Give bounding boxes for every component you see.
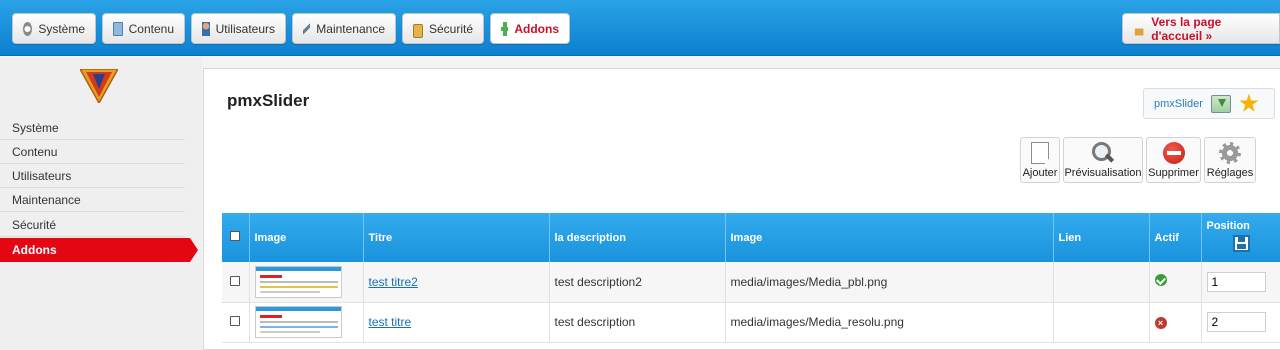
column-header-description[interactable]: la description <box>549 213 726 262</box>
nav-utilisateurs-button[interactable]: Utilisateurs <box>191 13 286 44</box>
description-cell: test description2 <box>549 262 726 303</box>
preview-label: Prévisualisation <box>1064 167 1142 179</box>
nav-label: Maintenance <box>316 21 385 36</box>
favorite-shortcut[interactable]: pmxSlider <box>1143 88 1275 119</box>
active-cell: × <box>1149 302 1202 343</box>
book-icon <box>113 21 123 36</box>
nav-label: Contenu <box>128 21 174 36</box>
save-order-icon[interactable] <box>1232 235 1250 252</box>
user-icon <box>202 21 210 36</box>
nav-label: Système <box>38 21 85 36</box>
favorite-label[interactable]: pmxSlider <box>1154 98 1203 110</box>
gear-icon <box>23 21 33 36</box>
star-icon[interactable] <box>1239 93 1259 112</box>
settings-label: Réglages <box>1206 167 1254 179</box>
nav-contenu-button[interactable]: Contenu <box>102 13 185 44</box>
title-cell: test titre <box>363 302 550 343</box>
table-header-row: Image Titre la description Image Lien Ac… <box>222 213 1280 262</box>
nav-label: Sécurité <box>428 21 473 36</box>
home-page-link[interactable]: Vers la page d'accueil » <box>1122 13 1280 44</box>
add-label: Ajouter <box>1022 167 1058 179</box>
table-row: test titre2 test description2 media/imag… <box>222 262 1280 303</box>
description-cell: test description <box>549 302 726 343</box>
delete-label: Supprimer <box>1148 167 1199 179</box>
row-select-cell <box>222 302 250 343</box>
select-all-checkbox[interactable] <box>230 231 241 241</box>
sidebar-item-contenu[interactable]: Contenu <box>0 140 185 164</box>
nav-systeme-button[interactable]: Système <box>12 13 96 44</box>
column-header-image: Image <box>249 213 364 262</box>
column-header-active[interactable]: Actif <box>1149 213 1202 262</box>
position-input[interactable] <box>1206 271 1266 292</box>
slide-thumbnail <box>254 265 342 298</box>
monitor-icon[interactable] <box>1210 94 1231 113</box>
preview-button[interactable]: Prévisualisation <box>1063 137 1143 183</box>
home-icon <box>1133 21 1146 36</box>
inactive-x-icon[interactable]: × <box>1154 317 1167 329</box>
title-cell: test titre2 <box>363 262 550 303</box>
logo-icon <box>80 69 118 103</box>
add-button[interactable]: Ajouter <box>1020 137 1060 183</box>
position-input[interactable] <box>1206 312 1266 332</box>
position-header-label[interactable]: Position <box>1207 220 1276 232</box>
delete-button[interactable]: Supprimer <box>1146 137 1201 183</box>
magnifier-icon <box>1092 142 1114 164</box>
puzzle-icon <box>501 21 509 36</box>
main-panel: pmxSlider pmxSlider Ajouter Prévisualisa… <box>203 68 1280 350</box>
thumbnail-cell <box>249 262 364 303</box>
slide-title-link[interactable]: test titre2 <box>369 275 418 289</box>
settings-button[interactable]: Réglages <box>1204 137 1256 183</box>
nav-securite-button[interactable]: Sécurité <box>402 13 484 44</box>
link-cell <box>1053 302 1150 343</box>
row-checkbox[interactable] <box>230 275 241 286</box>
row-checkbox[interactable] <box>230 316 241 326</box>
home-link-label: Vers la page d'accueil » <box>1151 14 1222 43</box>
link-cell <box>1053 262 1150 303</box>
row-select-cell <box>222 262 250 303</box>
active-cell <box>1149 262 1202 303</box>
top-navigation-bar: Système Contenu Utilisateurs Maintenance… <box>0 0 1280 56</box>
page-title: pmxSlider <box>227 91 310 110</box>
nav-label: Addons <box>514 21 559 36</box>
wrench-icon <box>303 21 311 36</box>
delete-icon <box>1162 142 1185 164</box>
position-cell <box>1201 302 1280 343</box>
sidebar-item-addons[interactable]: Addons <box>0 238 198 262</box>
slides-table: Image Titre la description Image Lien Ac… <box>222 213 1280 343</box>
slide-thumbnail <box>254 306 342 338</box>
position-cell <box>1201 262 1280 303</box>
column-header-link[interactable]: Lien <box>1053 213 1150 262</box>
nav-maintenance-button[interactable]: Maintenance <box>292 13 396 44</box>
sidebar: Système Contenu Utilisateurs Maintenance… <box>0 57 202 350</box>
cog-icon <box>1219 142 1241 164</box>
column-header-position: Position <box>1201 213 1280 262</box>
thumbnail-cell <box>249 302 364 343</box>
table-row: test titre test description media/images… <box>222 302 1280 343</box>
column-header-title[interactable]: Titre <box>363 213 550 262</box>
sidebar-item-securite[interactable]: Sécurité <box>0 213 185 237</box>
sidebar-item-systeme[interactable]: Système <box>0 116 185 140</box>
nav-label: Utilisateurs <box>215 21 275 36</box>
slide-title-link[interactable]: test titre <box>369 315 412 329</box>
image-path-cell: media/images/Media_resolu.png <box>725 302 1054 343</box>
sidebar-item-utilisateurs[interactable]: Utilisateurs <box>0 164 185 188</box>
select-all-cell <box>222 213 250 262</box>
lock-icon <box>413 23 423 38</box>
sidebar-item-maintenance[interactable]: Maintenance <box>0 188 185 212</box>
active-check-icon[interactable] <box>1154 274 1167 287</box>
image-path-cell: media/images/Media_pbl.png <box>725 262 1054 303</box>
column-header-image-path[interactable]: Image <box>725 213 1054 262</box>
nav-addons-button[interactable]: Addons <box>490 13 570 44</box>
document-icon <box>1031 142 1049 164</box>
